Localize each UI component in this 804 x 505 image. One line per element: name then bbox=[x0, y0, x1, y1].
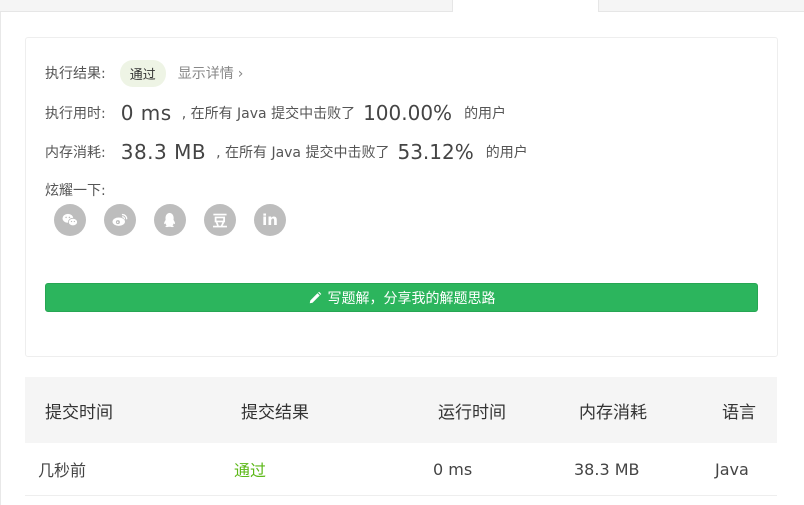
share-label: 炫耀一下: bbox=[45, 183, 106, 199]
memory-value: 38.3 MB bbox=[120, 140, 207, 164]
tab-active[interactable] bbox=[452, 0, 599, 12]
cell-memory: 38.3 MB bbox=[574, 459, 640, 479]
tab-inactive-right[interactable] bbox=[599, 0, 804, 12]
cell-submit-result[interactable]: 通过 bbox=[234, 443, 266, 495]
show-details-label[interactable]: 显示详情 bbox=[178, 66, 234, 82]
wechat-icon[interactable] bbox=[54, 204, 86, 236]
cell-submit-time: 几秒前 bbox=[38, 461, 87, 480]
header-language: 语言 bbox=[722, 402, 756, 423]
runtime-percent: 100.00% bbox=[363, 101, 453, 125]
header-runtime: 运行时间 bbox=[438, 402, 506, 423]
memory-row: 内存消耗: 38.3 MB , 在所有 Java 提交中击败了 53.12% 的… bbox=[45, 139, 528, 165]
header-memory: 内存消耗 bbox=[579, 402, 647, 423]
memory-percent: 53.12% bbox=[397, 140, 474, 164]
douban-icon[interactable]: 豆 bbox=[204, 204, 236, 236]
chevron-right-icon: › bbox=[237, 66, 244, 82]
share-row: 炫耀一下: bbox=[45, 180, 106, 200]
tab-strip bbox=[0, 0, 804, 12]
runtime-middle-text: , 在所有 Java 提交中击败了 bbox=[181, 106, 356, 122]
share-icons: 豆 in bbox=[54, 204, 304, 236]
runtime-tail: 的用户 bbox=[464, 106, 507, 122]
write-solution-button[interactable]: 写题解，分享我的解题思路 bbox=[45, 283, 758, 312]
weibo-icon[interactable] bbox=[104, 204, 136, 236]
qq-icon[interactable] bbox=[154, 204, 186, 236]
memory-middle-text: , 在所有 Java 提交中击败了 bbox=[216, 145, 390, 161]
submissions-table: 提交时间 提交结果 运行时间 内存消耗 语言 几秒前 通过 0 ms 38.3 … bbox=[25, 377, 777, 496]
tab-inactive-left[interactable] bbox=[0, 0, 452, 12]
result-row: 执行结果: 通过 显示详情 › bbox=[45, 59, 244, 87]
header-submit-result: 提交结果 bbox=[241, 402, 309, 423]
table-row[interactable]: 几秒前 通过 0 ms 38.3 MB Java bbox=[25, 443, 777, 496]
runtime-label: 执行用时: bbox=[45, 106, 106, 122]
cell-runtime: 0 ms bbox=[433, 459, 473, 479]
memory-tail: 的用户 bbox=[485, 145, 528, 161]
pencil-icon bbox=[309, 291, 321, 303]
result-card: 执行结果: 通过 显示详情 › 执行用时: 0 ms , 在所有 Java 提交中… bbox=[25, 37, 778, 357]
header-submit-time: 提交时间 bbox=[45, 402, 113, 423]
result-label: 执行结果: bbox=[45, 66, 106, 82]
status-badge: 通过 bbox=[119, 59, 166, 87]
linkedin-icon[interactable]: in bbox=[254, 204, 286, 236]
write-solution-label[interactable]: 写题解，分享我的解题思路 bbox=[328, 288, 496, 308]
cell-language: Java bbox=[715, 459, 749, 479]
table-header: 提交时间 提交结果 运行时间 内存消耗 语言 bbox=[25, 377, 777, 443]
runtime-row: 执行用时: 0 ms , 在所有 Java 提交中击败了 100.00% 的用户 bbox=[45, 100, 506, 126]
show-details-link[interactable]: 显示详情 › bbox=[178, 63, 244, 83]
memory-label: 内存消耗: bbox=[45, 145, 106, 161]
runtime-value: 0 ms bbox=[120, 101, 172, 125]
